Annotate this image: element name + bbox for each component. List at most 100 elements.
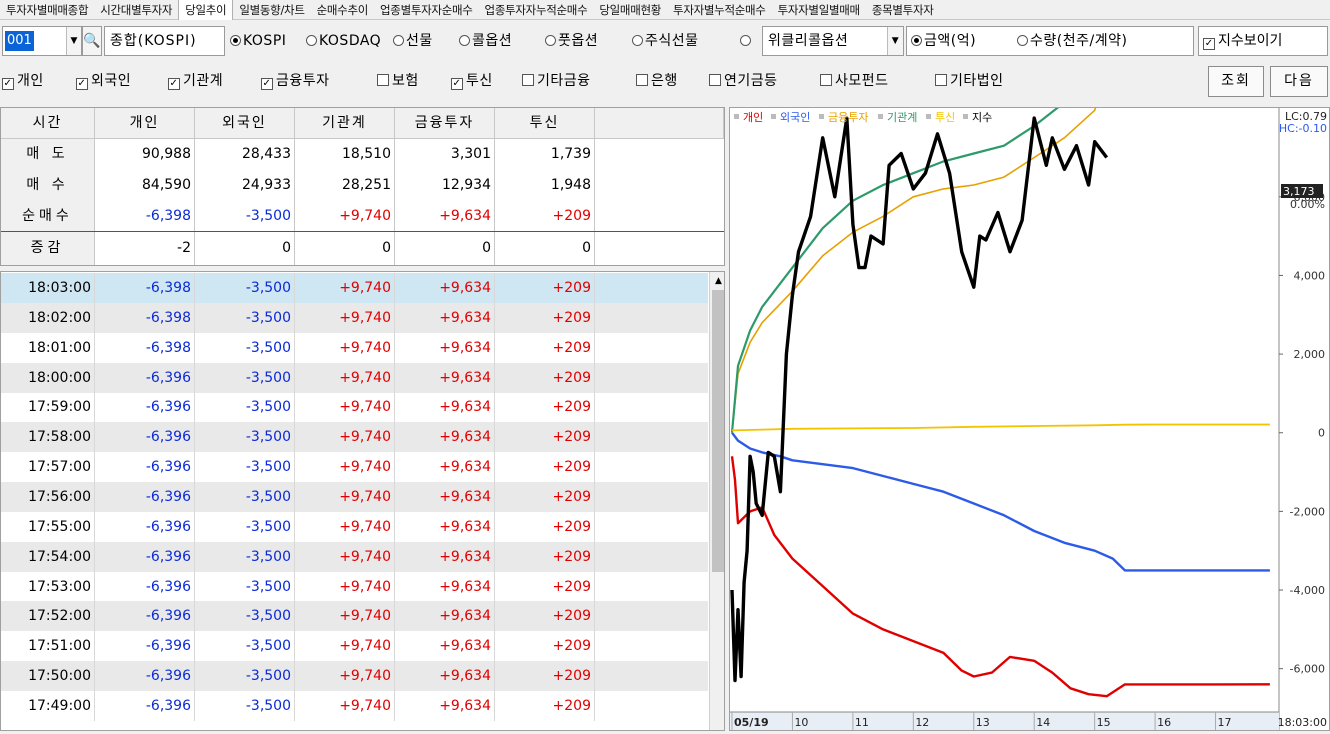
filter-trust[interactable]: ✓ 투신 (451, 66, 493, 96)
dropdown-arrow-icon[interactable]: ▼ (887, 27, 903, 55)
filter-individual[interactable]: ✓ 개인 (2, 66, 44, 96)
row-value: +9,740 (295, 481, 395, 512)
tab-6[interactable]: 업종투자자누적순매수 (479, 0, 594, 20)
table-row[interactable]: 17:50:00 -6,396 -3,500 +9,740 +9,634 +209 (1, 661, 708, 692)
tab-7[interactable]: 당일매매현황 (593, 0, 667, 20)
summary-header-cell: 시간 (1, 108, 95, 138)
radio-kosdaq[interactable]: KOSDAQ (306, 26, 381, 56)
y-tick-label: 2,000 (1294, 348, 1326, 361)
scroll-thumb[interactable] (712, 290, 724, 572)
series-line-5 (730, 116, 1109, 683)
row-value: -3,500 (195, 571, 295, 602)
filter-institution[interactable]: ✓ 기관계 (168, 66, 223, 96)
legend-marker (926, 114, 931, 119)
row-time: 18:02:00 (1, 302, 95, 333)
filter-private-fund[interactable]: 사모펀드 (820, 66, 889, 96)
summary-cell: 24,933 (195, 170, 295, 201)
summary-cell: 28,433 (195, 139, 295, 170)
row-value: +9,634 (395, 511, 495, 542)
row-time: 17:52:00 (1, 601, 95, 632)
table-row[interactable]: 17:49:00 -6,396 -3,500 +9,740 +9,634 +209 (1, 690, 708, 721)
row-value: -6,398 (95, 332, 195, 363)
table-row[interactable]: 17:54:00 -6,396 -3,500 +9,740 +9,634 +209 (1, 541, 708, 572)
filter-other-corp[interactable]: 기타법인 (935, 66, 1004, 96)
row-value: +9,740 (295, 631, 395, 662)
table-row[interactable]: 17:58:00 -6,396 -3,500 +9,740 +9,634 +209 (1, 422, 708, 453)
table-row[interactable]: 17:57:00 -6,396 -3,500 +9,740 +9,634 +209 (1, 452, 708, 483)
tab-5[interactable]: 업종별투자자순매수 (374, 0, 479, 20)
radio-quantity[interactable]: 수량(천주/계약) (1017, 26, 1127, 56)
tab-8[interactable]: 투자자별누적순매수 (667, 0, 772, 20)
table-row[interactable]: 18:00:00 -6,396 -3,500 +9,740 +9,634 +209 (1, 362, 708, 393)
y-tick-label: -4,000 (1290, 584, 1325, 597)
radio-icon (306, 35, 317, 46)
table-row[interactable]: 17:59:00 -6,396 -3,500 +9,740 +9,634 +209 (1, 392, 708, 423)
tab-9[interactable]: 투자자별일별매매 (772, 0, 866, 20)
table-row[interactable]: 18:03:00 -6,398 -3,500 +9,740 +9,634 +209 (1, 273, 708, 303)
summary-header-cell: 외국인 (195, 108, 295, 138)
row-value: +9,740 (295, 541, 395, 572)
radio-kospi[interactable]: KOSPI (230, 26, 286, 56)
row-time: 17:58:00 (1, 422, 95, 453)
table-row[interactable]: 17:55:00 -6,396 -3,500 +9,740 +9,634 +209 (1, 511, 708, 542)
table-row[interactable]: 18:02:00 -6,398 -3,500 +9,740 +9,634 +209 (1, 302, 708, 333)
weekly-option-combo[interactable]: 위클리콜옵션 ▼ (762, 26, 904, 56)
query-button[interactable]: 조회 (1208, 66, 1264, 97)
filter-other-finance[interactable]: 기타금융 (522, 66, 591, 96)
row-value: +9,634 (395, 452, 495, 483)
row-value: +9,740 (295, 511, 395, 542)
radio-amount[interactable]: 금액(억) (911, 26, 976, 56)
dropdown-arrow-icon[interactable]: ▼ (66, 27, 81, 55)
row-value: +209 (495, 362, 595, 393)
filter-pension[interactable]: 연기금등 (709, 66, 778, 96)
table-row[interactable]: 18:01:00 -6,398 -3,500 +9,740 +9,634 +209 (1, 332, 708, 363)
code-value[interactable]: 001 (5, 31, 34, 51)
scroll-up-icon[interactable]: ▲ (710, 274, 724, 288)
tab-2[interactable]: 당일추이 (178, 0, 234, 20)
code-combo[interactable]: 001 ▼ (2, 26, 82, 56)
filter-foreign[interactable]: ✓ 외국인 (76, 66, 131, 96)
radio-call-option[interactable]: 콜옵션 (459, 26, 512, 56)
table-row[interactable]: 17:52:00 -6,396 -3,500 +9,740 +9,634 +209 (1, 601, 708, 632)
checkbox-icon: ✓ (451, 78, 463, 90)
tab-10[interactable]: 종목별투자자 (866, 0, 940, 20)
radio-futures[interactable]: 선물 (393, 26, 433, 56)
next-button[interactable]: 다음 (1270, 66, 1328, 97)
row-value: +209 (495, 481, 595, 512)
row-time: 17:56:00 (1, 481, 95, 512)
radio-put-option[interactable]: 풋옵션 (545, 26, 598, 56)
summary-cell: +9,740 (295, 201, 395, 231)
radio-stock-futures[interactable]: 주식선물 (632, 26, 699, 56)
tab-3[interactable]: 일별동향/차트 (233, 0, 310, 20)
chart-canvas: 6,0004,0002,0000-2,000-4,000-6,00005/191… (730, 48, 1327, 730)
legend-item: 기관계 (887, 111, 917, 124)
filter-bank[interactable]: 은행 (636, 66, 678, 96)
table-row[interactable]: 17:51:00 -6,396 -3,500 +9,740 +9,634 +209 (1, 631, 708, 662)
radio-weekly[interactable] (740, 26, 753, 56)
y-tick-label: 0 (1318, 427, 1325, 440)
legend-item: 투신 (935, 111, 955, 124)
row-value: +9,740 (295, 661, 395, 692)
row-time: 18:00:00 (1, 362, 95, 393)
tab-4[interactable]: 순매수추이 (311, 0, 374, 20)
toolbar-row-2: ✓ 개인 ✓ 외국인 ✓ 기관계 ✓ 금융투자 보험 ✓ 투신 기타금융 은행 연기금등 … (0, 64, 1330, 98)
search-button[interactable]: 🔍 (82, 26, 102, 56)
filter-financial-investment[interactable]: ✓ 금융투자 (261, 66, 330, 96)
table-row[interactable]: 17:53:00 -6,396 -3,500 +9,740 +9,634 +209 (1, 571, 708, 602)
series-line-1 (731, 431, 1270, 572)
row-value: +209 (495, 302, 595, 333)
show-index-checkbox[interactable]: ✓ 지수보이기 (1198, 26, 1328, 56)
vertical-scrollbar[interactable]: ▲ (709, 272, 724, 730)
row-time: 17:55:00 (1, 511, 95, 542)
summary-cell: 90,988 (95, 139, 195, 170)
radio-icon (1017, 35, 1028, 46)
summary-row: 매 도 90,988 28,433 18,510 3,301 1,739 (1, 139, 724, 170)
row-value: +9,634 (395, 541, 495, 572)
row-value: +9,740 (295, 601, 395, 632)
tab-0[interactable]: 투자자별매매종합 (0, 0, 94, 20)
checkbox-icon (377, 74, 389, 86)
row-value: +9,634 (395, 422, 495, 453)
tab-1[interactable]: 시간대별투자자 (94, 0, 178, 20)
filter-insurance[interactable]: 보험 (377, 66, 419, 96)
table-row[interactable]: 17:56:00 -6,396 -3,500 +9,740 +9,634 +209 (1, 481, 708, 512)
